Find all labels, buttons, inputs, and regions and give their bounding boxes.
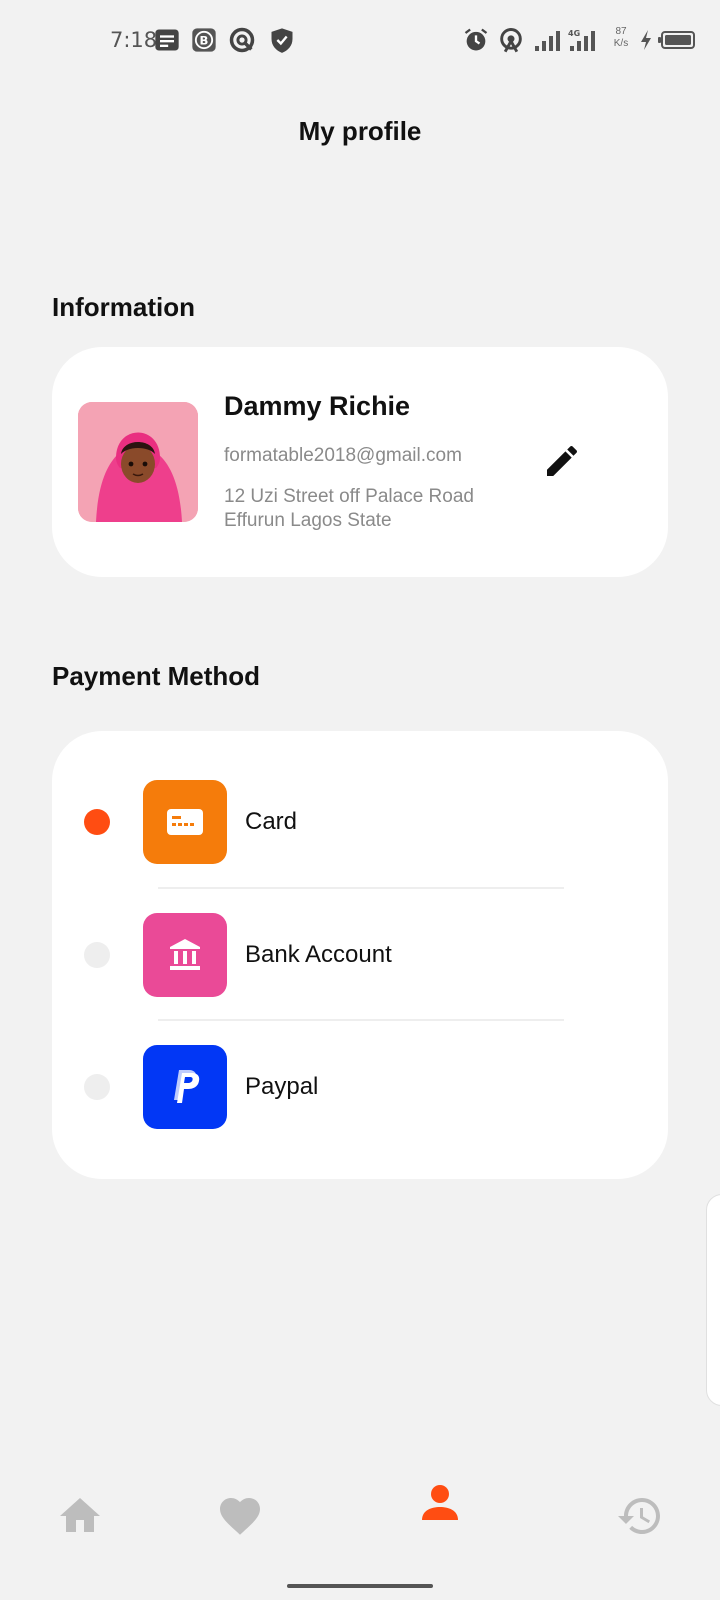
svg-text:B: B bbox=[200, 34, 209, 48]
heart-icon bbox=[220, 1498, 260, 1535]
status-time: 7:18 bbox=[110, 28, 158, 52]
payment-section-title: Payment Method bbox=[52, 661, 261, 691]
avatar bbox=[78, 402, 198, 522]
notes-icon bbox=[153, 26, 181, 54]
bottom-navigation bbox=[0, 1480, 720, 1560]
home-icon bbox=[60, 1498, 100, 1532]
charging-icon bbox=[638, 26, 654, 54]
payment-label-card: Card bbox=[245, 808, 298, 835]
page-title: My profile bbox=[298, 116, 422, 146]
nav-home[interactable] bbox=[56, 1492, 104, 1540]
signal-4g-icon: 4G bbox=[568, 26, 602, 54]
divider bbox=[158, 1019, 564, 1021]
home-indicator bbox=[287, 1584, 433, 1588]
radio-paypal[interactable] bbox=[84, 1074, 110, 1100]
pencil-icon bbox=[547, 445, 578, 476]
alarm-icon bbox=[462, 26, 490, 54]
profile-icon bbox=[422, 1485, 458, 1520]
profile-card: Dammy Richie formatable2018@gmail.com 12… bbox=[52, 347, 668, 577]
profile-address: 12 Uzi Street off Palace Road Effurun La… bbox=[224, 486, 474, 531]
hotspot-icon bbox=[497, 26, 525, 54]
nav-favorites[interactable] bbox=[216, 1492, 264, 1540]
network-speed-unit: K/s bbox=[613, 38, 629, 49]
payment-label-bank-account: Bank Account bbox=[245, 941, 392, 968]
network-speed-value: 87 bbox=[615, 26, 627, 37]
side-drawer-handle[interactable] bbox=[706, 1194, 720, 1406]
payment-methods-card: Card Bank Account Paypal bbox=[52, 731, 668, 1179]
nav-profile[interactable] bbox=[416, 1480, 464, 1528]
network-speed: 87 K/s bbox=[608, 26, 634, 50]
card-icon bbox=[143, 780, 227, 864]
b-app-icon: B bbox=[190, 26, 218, 54]
shield-icon bbox=[268, 26, 296, 54]
payment-label-paypal: Paypal bbox=[245, 1073, 319, 1100]
bank-icon bbox=[143, 913, 227, 997]
payment-option-card[interactable]: Card bbox=[52, 780, 668, 864]
divider bbox=[158, 887, 564, 889]
battery-icon bbox=[658, 26, 696, 54]
status-bar: 7:18 B 4G 87 K/s bbox=[0, 0, 720, 80]
profile-name: Dammy Richie bbox=[224, 391, 411, 421]
payment-option-paypal[interactable]: Paypal bbox=[52, 1045, 668, 1129]
information-section-title: Information bbox=[52, 292, 195, 322]
radio-card[interactable] bbox=[84, 809, 110, 835]
signal-icon bbox=[534, 26, 564, 54]
edit-profile-button[interactable] bbox=[542, 441, 582, 481]
radio-bank-account[interactable] bbox=[84, 942, 110, 968]
svg-text:4G: 4G bbox=[568, 29, 580, 38]
profile-email: formatable2018@gmail.com bbox=[224, 445, 462, 466]
paypal-icon bbox=[143, 1045, 227, 1129]
history-icon bbox=[618, 1498, 660, 1534]
nav-history[interactable] bbox=[616, 1492, 664, 1540]
payment-option-bank-account[interactable]: Bank Account bbox=[52, 913, 668, 997]
at-sign-icon bbox=[228, 26, 256, 54]
